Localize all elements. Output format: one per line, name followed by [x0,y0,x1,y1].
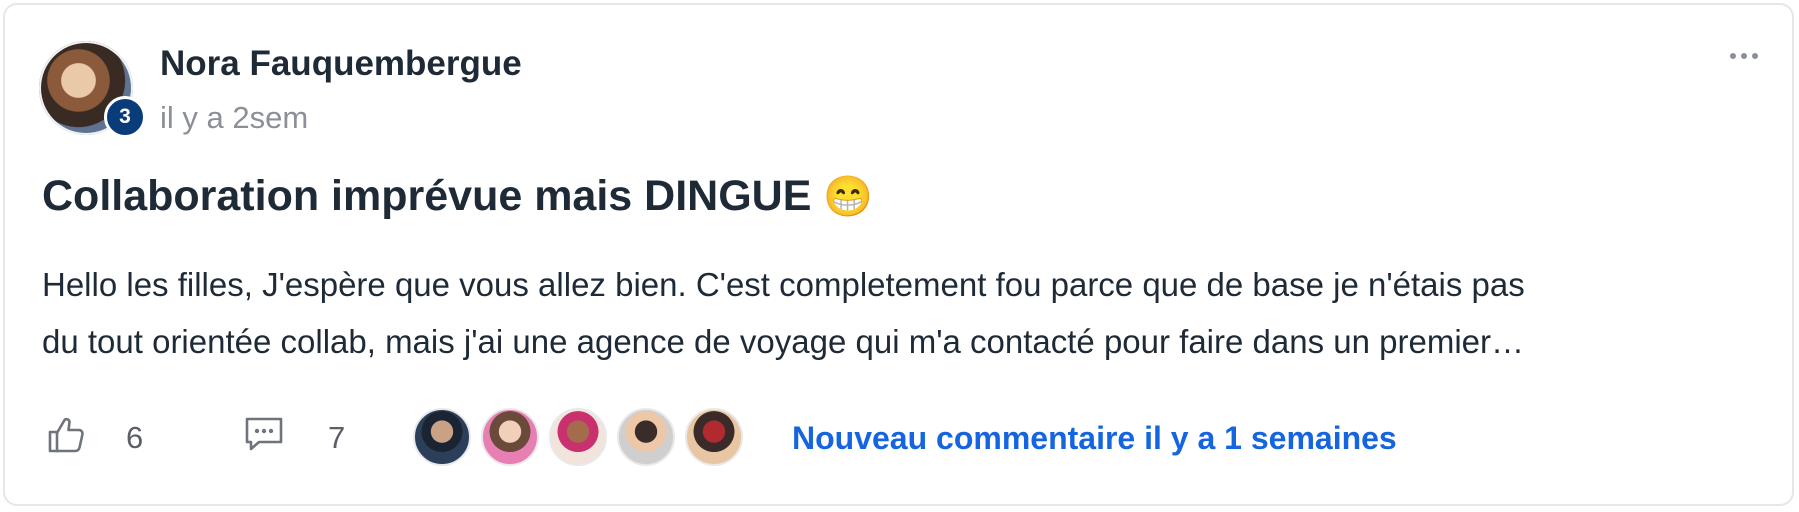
participant-avatar-2[interactable] [481,408,539,466]
more-horizontal-icon [1730,53,1736,59]
comment-count: 7 [328,420,346,455]
more-horizontal-icon-dot [1752,53,1758,59]
level-badge: 3 [104,96,146,138]
participant-avatar-1[interactable] [413,408,471,466]
participant-avatar-3[interactable] [549,408,607,466]
more-horizontal-icon-dot [1741,53,1747,59]
participant-avatar-4[interactable] [617,408,675,466]
grinning-face-emoji: 😁 [823,174,874,219]
post-excerpt[interactable]: Hello les filles, J'espère que vous alle… [42,256,1722,370]
more-options-button[interactable] [1722,42,1766,70]
like-count: 6 [126,420,144,455]
post-excerpt-line: du tout orientée collab, mais j'ai une a… [42,323,1524,360]
thumbs-up-icon[interactable] [46,415,86,455]
comment-bubble-icon[interactable] [243,414,285,454]
post-title-text: Collaboration imprévue mais DINGUE [42,172,812,220]
post-excerpt-line: Hello les filles, J'espère que vous alle… [42,266,1525,303]
participants-avatars[interactable] [413,408,743,466]
post-timestamp: il y a 2sem [160,100,309,135]
post-title[interactable]: Collaboration imprévue mais DINGUE 😁 [42,172,873,221]
latest-comment-link[interactable]: Nouveau commentaire il y a 1 semaines [792,420,1397,457]
participant-avatar-5[interactable] [685,408,743,466]
author-name[interactable]: Nora Fauquembergue [160,44,522,84]
